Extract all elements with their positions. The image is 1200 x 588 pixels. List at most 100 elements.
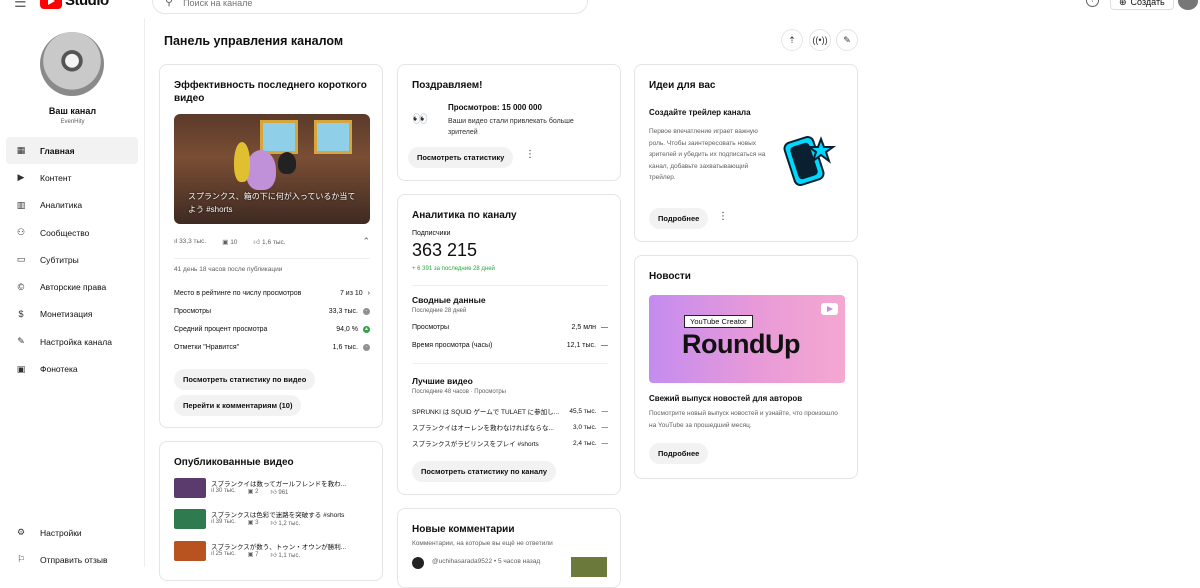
sidebar-item-settings[interactable]: ⚙ Настройки	[6, 519, 138, 546]
feedback-icon: ⚐	[16, 554, 26, 565]
go-to-comments-button[interactable]: Перейти к комментариям (10)	[174, 395, 302, 416]
views-value: 33,3 тыс.	[179, 238, 207, 245]
sidebar-item-audio-library[interactable]: ▣ Фонотека	[6, 355, 138, 382]
more-options-icon[interactable]: ⋮	[718, 211, 728, 222]
sidebar-item-customization[interactable]: ✎ Настройка канала	[6, 328, 138, 355]
create-post-icon[interactable]: ✎	[836, 29, 858, 51]
video-stats-button[interactable]: Посмотреть статистику по видео	[174, 369, 316, 390]
channel-handle: EvenHity	[60, 119, 85, 125]
ideas-more-button[interactable]: Подробнее	[649, 208, 709, 229]
metric-row: Отметки "Нравится" 1,6 тыс. -	[174, 344, 370, 351]
metric-row: Просмотры 33,3 тыс. -	[174, 308, 370, 315]
comment-video-thumbnail	[571, 557, 607, 577]
comments-number: 3	[255, 520, 259, 526]
view-stats-button[interactable]: Посмотреть статистику	[408, 147, 514, 168]
channel-stats-button[interactable]: Посмотреть статистику по каналу	[412, 461, 557, 482]
thumbnail-character	[234, 142, 250, 182]
commenter-avatar[interactable]	[412, 557, 424, 569]
up-status-icon: ▲	[363, 326, 370, 333]
top-video-row[interactable]: スプランクイはオーレンを救わなければならな... 3,0 тыс. —	[412, 422, 608, 433]
sidebar-item-monetization[interactable]: $ Монетизация	[6, 301, 138, 328]
card-title: Опубликованные видео	[174, 457, 294, 468]
publish-age: 41 день 18 часов после публикации	[174, 266, 370, 273]
news-more-button[interactable]: Подробнее	[649, 443, 709, 464]
search-icon[interactable]: ⚲	[165, 0, 173, 8]
metric-label: Просмотры	[174, 308, 211, 315]
thumbnail-caption: スプランクス、箱の下に何が入っているか当てよう #shorts	[188, 192, 356, 214]
views-value: ıl 25 тыс.	[211, 551, 236, 557]
create-button[interactable]: ⊕ Создать	[1110, 0, 1174, 10]
sidebar-item-analytics[interactable]: ▥ Аналитика	[6, 192, 138, 219]
views-value: ıl 30 тыс.	[211, 488, 236, 494]
news-card: Новости YouTube Creator RoundUp Свежий в…	[634, 255, 858, 479]
published-videos-card: Опубликованные видео スプランクイは数ってガールフレンドを救…	[159, 441, 383, 581]
audio-library-icon: ▣	[16, 363, 26, 374]
top-video-value: 2,4 тыс.	[572, 439, 597, 447]
monetization-icon: $	[18, 309, 24, 320]
help-icon[interactable]: ?	[1086, 0, 1099, 7]
comment-author[interactable]: @uchihasarada9522	[432, 558, 492, 565]
menu-icon[interactable]: ☰	[14, 0, 27, 11]
top-video-title: SPRUNKI は SQUID ゲームで TULAET に参加し...	[412, 409, 560, 416]
more-options-icon[interactable]: ⋮	[525, 149, 535, 160]
news-headline: Свежий выпуск новостей для авторов	[649, 394, 803, 403]
card-title: Идеи для вас	[649, 80, 716, 91]
channel-avatar[interactable]	[40, 32, 104, 96]
list-item[interactable]: スプランクスが数う、トゥン・オウンが勝利... ıl 25 тыс. ▣ 7 👍︎ …	[174, 541, 370, 561]
comments-value: ▣ 7	[247, 552, 259, 558]
video-thumbnail	[174, 509, 206, 529]
metric-value: 94,0 %	[336, 326, 358, 333]
short-stats-row: ıl 33,3 тыс. ▣ 10 👍︎ 1,6 тыс. ⌃	[174, 236, 370, 247]
search-input[interactable]	[183, 0, 484, 8]
divider	[412, 363, 608, 364]
sidebar-item-content[interactable]: ▶ Контент	[6, 164, 138, 191]
upload-icon[interactable]: ⇡	[781, 29, 803, 51]
views-value: ıl 39 тыс.	[211, 519, 236, 525]
sidebar-item-label: Субтитры	[40, 254, 79, 265]
sidebar-nav: ▦ Главная ▶ Контент ▥ Аналитика ⚇ Сообщество…	[6, 137, 138, 383]
sidebar-item-dashboard[interactable]: ▦ Главная	[6, 137, 138, 165]
sidebar-item-subtitles[interactable]: ▭ Субтитры	[6, 246, 138, 273]
account-avatar[interactable]	[1178, 0, 1198, 10]
thumbnail-window	[260, 120, 298, 154]
sidebar-item-label: Авторские права	[40, 282, 107, 293]
milestone-text: Ваши видео стали привлекать больше зрите…	[448, 118, 574, 136]
metric-label: Средний процент просмотра	[174, 326, 268, 333]
short-thumbnail[interactable]: スプランクス、箱の下に何が入っているか当てよう #shorts	[174, 114, 370, 224]
comments-value: ▣ 3	[247, 520, 259, 526]
video-meta: ıl 25 тыс. ▣ 7 👍︎ 1,1 тыс.	[211, 551, 300, 559]
likes-value: 👍︎ 1,2 тыс.	[270, 521, 301, 527]
list-item[interactable]: スプランクイは数ってガールフレンドを救わ... ıl 30 тыс. ▣ 2 👍︎ …	[174, 478, 370, 498]
sidebar-item-copyright[interactable]: © Авторские права	[6, 273, 138, 300]
sidebar-item-community[interactable]: ⚇ Сообщество	[6, 219, 138, 246]
summary-trend: —	[601, 324, 608, 331]
likes-value: 1,6 тыс.	[262, 238, 286, 246]
news-banner[interactable]: YouTube Creator RoundUp	[649, 295, 845, 383]
live-icon[interactable]: ((•))	[809, 29, 831, 51]
top-video-row[interactable]: スプランクスがラビリンスをプレイ #shorts 2,4 тыс. —	[412, 438, 608, 449]
metric-row[interactable]: Место в рейтинге по числу просмотров 7 из…	[174, 290, 370, 297]
sidebar: Ваш канал EvenHity ▦ Главная ▶ Контент ▥ Ан…	[0, 18, 145, 567]
metric-value: 33,3 тыс.	[328, 308, 358, 315]
video-title: スプランクイは数ってガールフレンドを救わ...	[211, 481, 347, 488]
subscribers-delta-text: + 6 391 за последние 28 дней	[412, 266, 495, 272]
summary-period: Последние 28 дней	[412, 308, 467, 314]
eyes-icon: 👀	[412, 111, 429, 126]
collapse-icon[interactable]: ⌃	[362, 236, 370, 247]
studio-logo[interactable]: Studio	[40, 0, 109, 9]
search-box[interactable]: ⚲	[152, 0, 588, 14]
sidebar-item-label: Аналитика	[40, 200, 83, 211]
video-thumbnail	[174, 541, 206, 561]
banner-big-text: RoundUp	[682, 329, 800, 359]
likes-number: 1,2 тыс.	[278, 521, 301, 527]
new-comments-card: Новые комментарии Комментарии, на которы…	[397, 508, 621, 588]
likes-value: 👍︎ 961	[270, 490, 289, 496]
top-video-row[interactable]: SPRUNKI は SQUID ゲームで TULAET に参加し... 45,5 …	[412, 406, 608, 417]
list-item[interactable]: スプランクスは色彩で迷路を突破する #shorts ıl 39 тыс. ▣ 3 👍…	[174, 509, 370, 529]
summary-label: Время просмотра (часы)	[412, 342, 493, 349]
sidebar-item-feedback[interactable]: ⚐ Отправить отзыв	[6, 546, 138, 573]
summary-row: Время просмотра (часы) 12,1 тыс. —	[412, 342, 608, 349]
likes-number: 1,1 тыс.	[278, 553, 301, 559]
top-video-title: スプランクイはオーレンを救わなければならな...	[412, 425, 554, 432]
top-bar: ☰ Studio ⚲ ? ⊕ Создать	[0, 0, 1200, 18]
